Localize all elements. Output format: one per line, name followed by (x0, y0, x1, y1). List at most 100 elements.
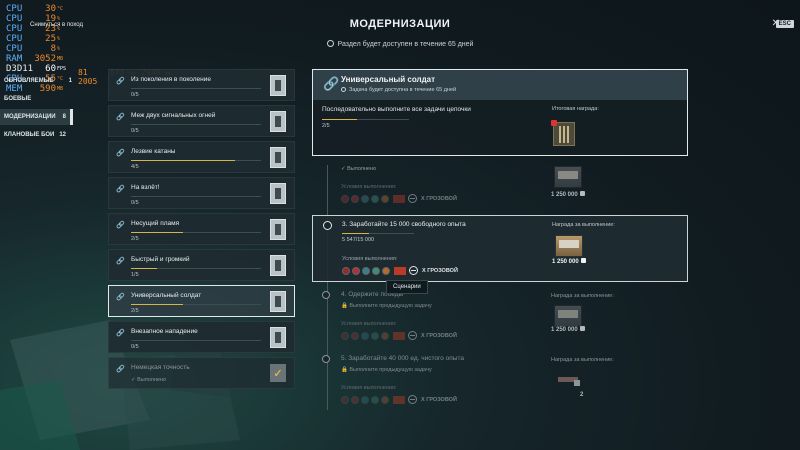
task-status-text: Выполнено (347, 166, 377, 172)
battle-type-icon[interactable] (381, 395, 389, 404)
chain-badge-icon (270, 111, 286, 132)
task-progress-fill (342, 233, 369, 234)
battle-type-icon[interactable] (361, 194, 369, 203)
credits-icon (579, 191, 585, 196)
chain-item-completed[interactable]: 🔗 Немецкая точность ✓ Выполнено ✓ (108, 357, 295, 389)
chain-progress-fill (131, 232, 183, 233)
chain-item[interactable]: 🔗 Меж двух сигнальных огней 0/5 (108, 105, 295, 137)
scenario-icon[interactable] (351, 331, 359, 340)
link-icon: 🔗 (116, 258, 125, 265)
task-item-active[interactable]: 3. Заработайте 15 000 свободного опыта 5… (312, 215, 688, 282)
final-reward-label: Итоговая награда: (552, 106, 599, 112)
perf-row: RAM 3052 MB (6, 54, 68, 64)
task-title: 5. Заработайте 40 000 ед. чистого опыта (341, 355, 464, 362)
reward-amount: 1 250 000 (551, 326, 585, 333)
conditions-icons: X ГРОЗОВОЙ (341, 395, 457, 404)
new-marker-icon (551, 120, 557, 126)
category-updatable[interactable]: ОБНОВЛЯЕМЫЕ 1 (0, 73, 100, 89)
battle-type-icon[interactable] (362, 266, 370, 275)
task-status-text: Выполните предыдущую задачу (349, 367, 432, 373)
nation-flag-icon (393, 331, 405, 340)
signal-flag-icon (558, 377, 580, 386)
chain-progress: 2/5 (131, 236, 139, 242)
task-step-circle (323, 221, 332, 230)
reward-amount-text: 1 250 000 (551, 327, 578, 333)
chain-item-selected[interactable]: 🔗 Универсальный солдат 2/5 (108, 285, 295, 317)
task-step-circle (322, 355, 330, 363)
scenario-icon[interactable] (351, 194, 359, 203)
battle-type-icon[interactable] (371, 395, 379, 404)
category-combat[interactable]: БОЕВЫЕ (0, 91, 100, 107)
reward-amount-text: 1 250 000 (552, 259, 579, 265)
task-progress-bar (342, 233, 414, 234)
chain-badge-icon (270, 147, 286, 168)
task-progress: 5 547/15 000 (342, 237, 375, 243)
scenario-icon[interactable] (351, 395, 359, 404)
reward-label: Награда за выполнение: (551, 357, 614, 363)
chain-item[interactable]: 🔗 Из поколения в поколение 0/5 (108, 69, 295, 101)
chain-name: Немецкая точность (131, 364, 190, 371)
category-clan-battles[interactable]: КЛАНОВЫЕ БОИ 12 (0, 127, 100, 143)
category-modernizations[interactable]: МОДЕРНИЗАЦИИ 8 (0, 109, 73, 125)
final-reward-icon[interactable] (551, 120, 575, 146)
chain-item[interactable]: 🔗 На взлёт! 0/5 (108, 177, 295, 209)
esc-button[interactable]: ESC (775, 20, 794, 28)
battle-type-icon[interactable] (361, 395, 369, 404)
battle-type-icon[interactable] (381, 331, 389, 340)
link-icon: 🔗 (116, 114, 125, 121)
reward-amount: 1 250 000 (551, 191, 585, 198)
chain-item[interactable]: 🔗 Несущий пламя 2/5 (108, 213, 295, 245)
chain-progress-bar (131, 160, 261, 161)
link-icon: 🔗 (116, 330, 125, 337)
credits-icon (579, 326, 585, 331)
nation-flag-icon (393, 194, 405, 203)
chain-badge-icon (270, 183, 286, 204)
chain-item[interactable]: 🔗 Быстрый и громкий 1/5 (108, 249, 295, 281)
chain-name: Лезвие катаны (131, 148, 176, 155)
task-status-text: Выполните предыдущую задачу (349, 303, 432, 309)
chain-progress-fill (131, 304, 183, 305)
conditions-label: Условия выполнения: (341, 184, 397, 190)
page-title: МОДЕРНИЗАЦИИ (349, 18, 451, 30)
chain-item[interactable]: 🔗 Лезвие катаны 4/5 (108, 141, 295, 173)
battle-type-icon[interactable] (382, 266, 390, 275)
scenario-tooltip: Сценарии (386, 280, 428, 294)
scenario-icon[interactable] (341, 194, 349, 203)
category-label: КЛАНОВЫЕ БОИ (4, 132, 55, 138)
chain-name: На взлёт! (131, 184, 160, 191)
link-icon: 🔗 (116, 294, 125, 301)
credits-icon (580, 258, 586, 263)
reward-label: Награда за выполнение: (551, 293, 614, 299)
selected-chain-description: Последовательно выполните все задачи цеп… (322, 106, 471, 113)
scenario-icon[interactable] (352, 266, 360, 275)
battle-type-icon[interactable] (371, 194, 379, 203)
availability-text: Раздел будет доступен в течение 65 дней (337, 41, 474, 48)
scenario-icon[interactable] (342, 266, 350, 275)
chain-progress-bar (131, 268, 261, 269)
chain-item[interactable]: 🔗 Внезапное нападение 0/5 (108, 321, 295, 353)
reward-art (559, 126, 571, 143)
task-status: 🔒 Выполните предыдущую задачу (341, 303, 432, 309)
checkmark-icon: ✓ (270, 364, 286, 382)
battle-type-icon[interactable] (371, 331, 379, 340)
reward-amount: 2 (580, 392, 584, 398)
chain-badge-icon (270, 255, 286, 276)
perf-value: 30 (45, 4, 56, 14)
chain-badge-icon (270, 219, 286, 240)
credits-crate-icon (554, 166, 582, 188)
battle-type-icon[interactable] (361, 331, 369, 340)
ship-name: X ГРОЗОВОЙ (422, 267, 458, 274)
task-title: 3. Заработайте 15 000 свободного опыта (342, 221, 466, 228)
nation-flag-icon (394, 266, 406, 275)
scenario-icon[interactable] (341, 331, 349, 340)
chain-badge-icon (270, 327, 286, 348)
battle-type-icon[interactable] (372, 266, 380, 275)
scenario-icon[interactable] (341, 395, 349, 404)
clock-icon (326, 40, 334, 47)
selected-chain-progress-fill (322, 119, 357, 120)
page-availability: Раздел будет доступен в течение 65 дней (0, 40, 800, 48)
conditions-icons: X ГРОЗОВОЙ (342, 266, 458, 275)
battle-type-icon[interactable] (381, 194, 389, 203)
ship-name: X ГРОЗОВОЙ (421, 195, 457, 202)
link-icon: 🔗 (116, 222, 125, 229)
